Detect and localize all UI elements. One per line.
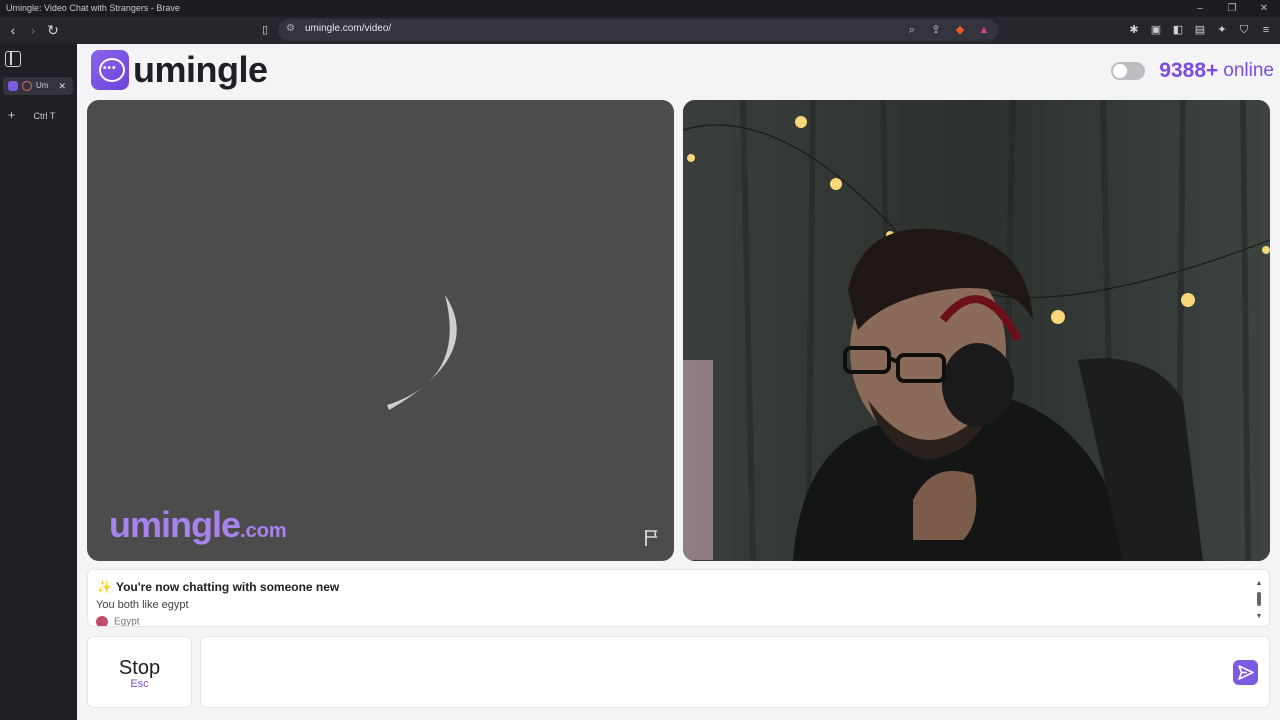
toolbar-right-icons: ✱ ▣ ◧ ▤ ✦ ⛉ ≡: [1126, 22, 1274, 38]
vpn-icon[interactable]: ⛉: [1236, 22, 1252, 38]
sidebar-toggle-icon[interactable]: [5, 51, 21, 67]
stop-label: Stop: [118, 657, 161, 679]
leo-ai-icon[interactable]: ✦: [1214, 22, 1230, 38]
zoom-icon[interactable]: ⌕: [904, 22, 920, 38]
sidebar-panel-icon[interactable]: ◧: [1170, 22, 1186, 38]
flag-icon[interactable]: [642, 528, 662, 548]
browser-toolbar: ‹ › ↻ ▯ ⚙ umingle.com/video/ ⌕ ⇪ ◆ ▲ ✱ ▣…: [0, 17, 1280, 44]
window-controls: – ❐ ✕: [1184, 0, 1280, 17]
send-icon[interactable]: [1233, 660, 1258, 685]
interest-message: You both like egypt: [96, 599, 189, 611]
online-label: online: [1223, 60, 1274, 81]
address-bar-icons: ⌕ ⇪ ◆ ▲: [904, 22, 992, 38]
wallet-icon[interactable]: ▤: [1192, 22, 1208, 38]
watermark-main: umingle: [109, 504, 241, 545]
webcam-feed-image: [683, 100, 1270, 561]
online-count: 9388+: [1159, 59, 1219, 82]
menu-icon[interactable]: ≡: [1258, 22, 1274, 38]
sparkles-icon: ✨: [97, 580, 112, 594]
window-titlebar: Umingle: Video Chat with Strangers - Bra…: [0, 0, 1280, 17]
close-tab-icon[interactable]: ✕: [58, 77, 66, 95]
bookmark-icon[interactable]: ▯: [257, 22, 273, 38]
video-watermark: umingle.com: [109, 504, 287, 546]
partial-message-text: Egypt: [114, 616, 140, 627]
screenshot-icon[interactable]: ▣: [1148, 22, 1164, 38]
url-text[interactable]: umingle.com/video/: [305, 23, 391, 34]
stranger-video: umingle.com: [87, 100, 674, 561]
close-window-icon[interactable]: ✕: [1248, 0, 1280, 17]
self-video: [683, 100, 1270, 561]
stop-button[interactable]: Stop Esc: [87, 636, 192, 708]
chat-scrollbar[interactable]: ▲ ▼: [1255, 580, 1263, 620]
new-tab-shortcut: Ctrl T: [33, 111, 56, 121]
logo-text: umingle: [133, 49, 268, 90]
chat-log: ✨ You're now chatting with someone new Yo…: [87, 569, 1270, 627]
site-logo[interactable]: ••• umingle: [91, 49, 268, 90]
message-input[interactable]: [213, 661, 1213, 685]
egypt-flag-icon: [96, 616, 108, 626]
scroll-thumb[interactable]: [1257, 592, 1261, 606]
brave-shields-icon[interactable]: ◆: [952, 22, 968, 38]
tab-label: Um: [36, 81, 49, 90]
loading-spinner-icon: [387, 295, 457, 410]
system-message: ✨ You're now chatting with someone new: [97, 580, 339, 594]
tab-umingle[interactable]: Um ✕: [3, 77, 73, 95]
scroll-up-icon[interactable]: ▲: [1255, 580, 1263, 587]
site-settings-icon[interactable]: ⚙: [286, 23, 295, 34]
chat-bubble-icon: •••: [91, 50, 129, 90]
theme-toggle[interactable]: [1111, 62, 1146, 80]
stop-shortcut: Esc: [130, 678, 149, 690]
share-icon[interactable]: ⇪: [928, 22, 944, 38]
window-title: Umingle: Video Chat with Strangers - Bra…: [6, 3, 180, 13]
audio-playing-icon[interactable]: [22, 81, 32, 91]
favicon-icon: [8, 81, 18, 91]
system-message-text: You're now chatting with someone new: [115, 580, 340, 594]
restore-icon[interactable]: ❐: [1216, 0, 1248, 17]
minimize-icon[interactable]: –: [1184, 0, 1216, 17]
extensions-icon[interactable]: ✱: [1126, 22, 1142, 38]
plus-icon: +: [8, 108, 16, 122]
forward-icon[interactable]: ›: [25, 22, 41, 38]
scroll-down-icon[interactable]: ▼: [1255, 613, 1263, 620]
new-tab-button[interactable]: + Ctrl T: [8, 108, 55, 122]
back-icon[interactable]: ‹: [5, 22, 21, 38]
watermark-suffix: .com: [240, 520, 287, 542]
address-bar[interactable]: ⚙ umingle.com/video/ ⌕ ⇪ ◆ ▲: [278, 19, 998, 41]
online-status: 9388+ online: [1111, 59, 1274, 83]
brave-rewards-icon[interactable]: ▲: [976, 22, 992, 38]
tab-sidebar: Um ✕ + Ctrl T: [0, 44, 77, 720]
page-content: ••• umingle 9388+ online umingle.com ✨ Y…: [77, 44, 1280, 720]
reload-icon[interactable]: ↻: [45, 22, 61, 38]
partial-message: Egypt: [96, 616, 140, 627]
message-box: [200, 636, 1270, 708]
